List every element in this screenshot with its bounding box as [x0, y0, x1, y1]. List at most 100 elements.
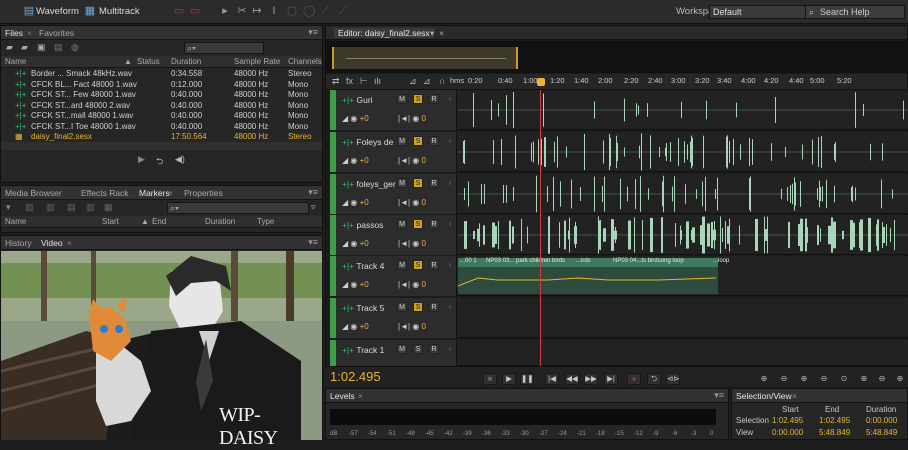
- zoom-out-amplitude-icon[interactable]: ⊖: [776, 373, 792, 385]
- tab-files[interactable]: Files: [5, 28, 23, 38]
- session-overview[interactable]: [326, 41, 907, 73]
- close-icon[interactable]: ×: [792, 391, 797, 401]
- stop-icon[interactable]: ■: [483, 373, 497, 385]
- track-header[interactable]: +|+ passos M S Rı ◢ ◉ +0 |◄| ◉ 0: [330, 215, 457, 255]
- track-name[interactable]: +|+ Track 5: [342, 303, 384, 313]
- tab-favorites[interactable]: Favorites: [39, 28, 74, 38]
- zoom-full-icon[interactable]: ⊙: [836, 373, 852, 385]
- col-channels[interactable]: Channels: [288, 57, 322, 66]
- playhead-marker[interactable]: [537, 78, 545, 86]
- new-file-icon[interactable]: ▣: [37, 42, 46, 53]
- view-end[interactable]: 5:48.849: [819, 428, 850, 437]
- solo-button[interactable]: S: [413, 219, 423, 229]
- track-pan[interactable]: |◄| ◉ 0: [398, 156, 426, 165]
- current-time-display[interactable]: 1:02.495: [330, 369, 381, 384]
- tab-editor[interactable]: Editor: daisy_final2.sesx: [334, 28, 434, 38]
- record-arm-button[interactable]: R: [429, 260, 439, 270]
- waveform-view-icon[interactable]: ▤: [22, 5, 36, 18]
- fast-forward-icon[interactable]: ▶▶: [584, 373, 598, 385]
- track-volume[interactable]: ◢ ◉ +0: [342, 156, 369, 165]
- track-pan[interactable]: |◄| ◉ 0: [398, 280, 426, 289]
- spot-healing-tool-icon[interactable]: ⟋: [336, 5, 350, 18]
- open-file-icon[interactable]: ▰: [6, 42, 13, 53]
- monitor-input-icon[interactable]: ı: [445, 344, 455, 354]
- pitch-display-icon[interactable]: ▭: [188, 5, 202, 18]
- search-help-input[interactable]: ⌕ Search Help: [805, 5, 905, 19]
- col-name[interactable]: Name: [5, 57, 26, 66]
- record-arm-button[interactable]: R: [429, 219, 439, 229]
- track-lane[interactable]: [458, 132, 908, 172]
- monitor-input-icon[interactable]: ı: [445, 94, 455, 104]
- insert-icon[interactable]: ▤: [54, 42, 63, 53]
- workspace-select[interactable]: Default▾: [709, 5, 817, 19]
- track-header[interactable]: +|+ Guri M S Rı ◢ ◉ +0 |◄| ◉ 0: [330, 90, 457, 130]
- import-icon[interactable]: ▰: [21, 42, 28, 53]
- track-lane[interactable]: [458, 90, 908, 130]
- col-status[interactable]: Status: [137, 57, 160, 66]
- track-name[interactable]: +|+ passos: [342, 220, 383, 230]
- track-name[interactable]: +|+ Track 1: [342, 345, 384, 355]
- loop-playback-icon[interactable]: ⮌: [647, 373, 661, 385]
- record-icon[interactable]: ●: [627, 373, 641, 385]
- zoom-in-amplitude-icon[interactable]: ⊕: [756, 373, 772, 385]
- track-name[interactable]: +|+ Guri: [342, 95, 373, 105]
- file-row[interactable]: +|+ Border ... Smack 48kHz.wav 0:34.558 480…: [1, 68, 324, 79]
- selection-start[interactable]: 1:02.495: [772, 416, 803, 425]
- pause-icon[interactable]: ❚❚: [520, 373, 534, 385]
- play-icon[interactable]: ▶: [502, 373, 516, 385]
- mute-button[interactable]: M: [397, 136, 407, 146]
- record-arm-button[interactable]: R: [429, 94, 439, 104]
- zoom-out-point-icon[interactable]: ⊖: [874, 373, 890, 385]
- record-arm-button[interactable]: R: [429, 302, 439, 312]
- selection-duration[interactable]: 0:00.000: [866, 416, 897, 425]
- mute-button[interactable]: M: [397, 260, 407, 270]
- track-header[interactable]: +|+ Track 5 M S Rı ◢ ◉ +0 |◄| ◉ 0: [330, 298, 457, 338]
- zoom-in-point-icon[interactable]: ⊕: [856, 373, 872, 385]
- time-selection-tool-icon[interactable]: I: [267, 5, 281, 18]
- close-icon[interactable]: ×: [439, 28, 444, 38]
- timeline-ruler[interactable]: ⇄ fx ⊢ ılı ⊿ ⊿ ∩ hms 0:20 0:40 1:00 1:20 1:40…: [326, 74, 907, 90]
- brush-tool-icon[interactable]: ⟋: [318, 5, 332, 18]
- solo-button[interactable]: S: [413, 344, 423, 354]
- track-pan[interactable]: |◄| ◉ 0: [398, 239, 426, 248]
- mute-button[interactable]: M: [397, 178, 407, 188]
- panel-menu-icon[interactable]: ▾≡: [308, 27, 318, 38]
- zoom-selection-icon[interactable]: ⊕: [892, 373, 908, 385]
- close-icon[interactable]: ×: [358, 391, 363, 401]
- track-volume[interactable]: ◢ ◉ +0: [342, 322, 369, 331]
- razor-tool-icon[interactable]: ✂: [235, 5, 249, 18]
- track-volume[interactable]: ◢ ◉ +0: [342, 239, 369, 248]
- track-lane[interactable]: [458, 215, 908, 255]
- tab-levels[interactable]: Levels: [330, 391, 355, 401]
- mute-button[interactable]: M: [397, 302, 407, 312]
- track-lane[interactable]: [458, 298, 908, 338]
- multitrack-view-icon[interactable]: ▦: [83, 5, 97, 18]
- track-lane[interactable]: [458, 174, 908, 214]
- move-tool-icon[interactable]: ▸: [218, 5, 232, 18]
- monitor-input-icon[interactable]: ı: [445, 302, 455, 312]
- track-header[interactable]: +|+ Track 4 M S Rı ◢ ◉ +0 |◄| ◉ 0: [330, 256, 457, 296]
- track-header[interactable]: +|+ foleys_ger M S Rı ◢ ◉ +0 |◄| ◉ 0: [330, 174, 457, 214]
- record-arm-button[interactable]: R: [429, 178, 439, 188]
- record-arm-button[interactable]: R: [429, 344, 439, 354]
- solo-button[interactable]: S: [413, 302, 423, 312]
- monitor-input-icon[interactable]: ı: [445, 178, 455, 188]
- track-lane[interactable]: [458, 340, 908, 366]
- track-name[interactable]: +|+ foleys_ger: [342, 179, 396, 189]
- track-volume[interactable]: ◢ ◉ +0: [342, 280, 369, 289]
- tab-selection-view[interactable]: Selection/View: [736, 391, 792, 401]
- track-pan[interactable]: |◄| ◉ 0: [398, 322, 426, 331]
- close-icon[interactable]: ×: [27, 28, 32, 38]
- col-sample-rate[interactable]: Sample Rate: [234, 57, 280, 66]
- slip-tool-icon[interactable]: ↦: [250, 5, 264, 18]
- volume-envelope[interactable]: [458, 256, 720, 296]
- solo-button[interactable]: S: [413, 260, 423, 270]
- track-volume[interactable]: ◢ ◉ +0: [342, 114, 369, 123]
- mute-button[interactable]: M: [397, 344, 407, 354]
- delete-icon[interactable]: ◍: [71, 42, 79, 53]
- selection-end[interactable]: 1:02.495: [819, 416, 850, 425]
- spectral-display-icon[interactable]: ▭: [172, 5, 186, 18]
- go-to-start-icon[interactable]: |◀: [545, 373, 559, 385]
- track-name[interactable]: +|+ Foleys de: [342, 137, 393, 147]
- track-pan[interactable]: |◄| ◉ 0: [398, 198, 426, 207]
